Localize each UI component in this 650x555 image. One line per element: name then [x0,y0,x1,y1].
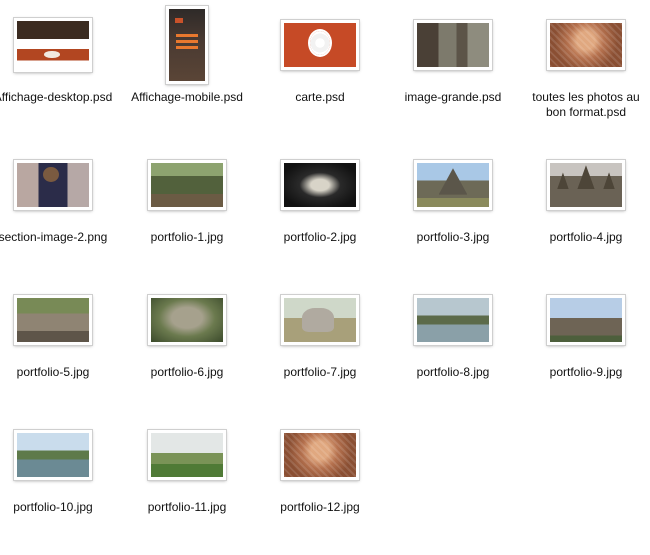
file-name-label[interactable]: portfolio-12.jpg [257,500,383,515]
file-thumbnail-wrap [124,150,250,220]
file-thumbnail-wrap [0,10,116,80]
file-thumbnail-wrap [390,10,516,80]
file-name-label[interactable]: image-grande.psd [390,90,516,105]
file-thumbnail[interactable] [414,20,492,70]
file-item[interactable]: portfolio-6.jpg [124,285,250,380]
file-item[interactable]: Affichage-mobile.psd [124,6,250,105]
file-item[interactable]: portfolio-2.jpg [257,150,383,245]
file-thumbnail-wrap [124,285,250,355]
file-thumbnail[interactable] [414,160,492,210]
file-name-label[interactable]: Affichage-desktop.psd [0,90,116,105]
file-item[interactable]: Affichage-desktop.psd [0,10,116,105]
file-name-label[interactable]: portfolio-7.jpg [257,365,383,380]
file-item[interactable]: portfolio-7.jpg [257,285,383,380]
file-thumbnail-wrap [523,285,649,355]
file-thumbnail[interactable] [148,295,226,345]
file-thumbnail[interactable] [547,295,625,345]
file-item[interactable]: portfolio-9.jpg [523,285,649,380]
file-thumbnail-wrap [390,285,516,355]
thumbnail-image [17,163,89,207]
thumbnail-image [550,163,622,207]
file-thumbnail-wrap [257,420,383,490]
file-item[interactable]: section-image-2.png [0,150,116,245]
file-name-label[interactable]: Affichage-mobile.psd [124,90,250,105]
file-thumbnail[interactable] [281,20,359,70]
file-thumbnail-wrap [0,150,116,220]
file-thumbnail-wrap [257,285,383,355]
file-thumbnail[interactable] [414,295,492,345]
thumbnail-image [550,23,622,67]
file-item[interactable]: portfolio-8.jpg [390,285,516,380]
file-item[interactable]: toutes les photos au bon format.psd [523,10,649,120]
file-name-label[interactable]: portfolio-5.jpg [0,365,116,380]
file-name-label[interactable]: section-image-2.png [0,230,116,245]
file-thumbnail[interactable] [547,160,625,210]
thumbnail-image [17,298,89,342]
file-item[interactable]: portfolio-3.jpg [390,150,516,245]
thumbnail-image [284,163,356,207]
file-thumbnail-wrap [0,285,116,355]
thumbnail-image [151,298,223,342]
file-thumbnail[interactable] [14,430,92,480]
file-thumbnail-wrap [124,420,250,490]
thumbnail-image [151,433,223,477]
thumbnail-image [17,21,89,69]
file-item[interactable]: portfolio-1.jpg [124,150,250,245]
file-name-label[interactable]: portfolio-11.jpg [124,500,250,515]
file-thumbnail-wrap [0,420,116,490]
file-thumbnail[interactable] [14,18,92,72]
file-name-label[interactable]: portfolio-8.jpg [390,365,516,380]
thumbnail-image [284,433,356,477]
file-thumbnail-wrap [523,150,649,220]
file-name-label[interactable]: portfolio-10.jpg [0,500,116,515]
file-thumbnail[interactable] [547,20,625,70]
file-name-label[interactable]: portfolio-3.jpg [390,230,516,245]
file-item[interactable]: portfolio-12.jpg [257,420,383,515]
file-thumbnail[interactable] [148,430,226,480]
thumbnail-image [169,9,205,81]
thumbnail-image [151,163,223,207]
file-item[interactable]: portfolio-4.jpg [523,150,649,245]
file-grid: Affichage-desktop.psd Affichage-mobile.ps… [0,0,650,555]
file-thumbnail-wrap [390,150,516,220]
file-name-label[interactable]: portfolio-2.jpg [257,230,383,245]
file-name-label[interactable]: portfolio-1.jpg [124,230,250,245]
file-item[interactable]: portfolio-10.jpg [0,420,116,515]
file-item[interactable]: portfolio-11.jpg [124,420,250,515]
file-thumbnail[interactable] [281,295,359,345]
thumbnail-image [550,298,622,342]
file-thumbnail[interactable] [281,430,359,480]
thumbnail-image [417,23,489,67]
file-thumbnail[interactable] [281,160,359,210]
thumbnail-image [417,298,489,342]
thumbnail-image [417,163,489,207]
file-name-label[interactable]: carte.psd [257,90,383,105]
thumbnail-image [284,23,356,67]
file-name-label[interactable]: portfolio-6.jpg [124,365,250,380]
file-thumbnail-wrap [523,10,649,80]
file-name-label[interactable]: toutes les photos au bon format.psd [523,90,649,120]
file-name-label[interactable]: portfolio-9.jpg [523,365,649,380]
file-thumbnail[interactable] [14,160,92,210]
file-item[interactable]: carte.psd [257,10,383,105]
file-thumbnail[interactable] [14,295,92,345]
thumbnail-image [17,433,89,477]
thumbnail-image [284,298,356,342]
file-thumbnail-wrap [124,6,250,84]
file-thumbnail-wrap [257,150,383,220]
file-thumbnail[interactable] [148,160,226,210]
file-thumbnail-wrap [257,10,383,80]
file-name-label[interactable]: portfolio-4.jpg [523,230,649,245]
file-item[interactable]: image-grande.psd [390,10,516,105]
file-thumbnail[interactable] [166,6,208,84]
file-item[interactable]: portfolio-5.jpg [0,285,116,380]
